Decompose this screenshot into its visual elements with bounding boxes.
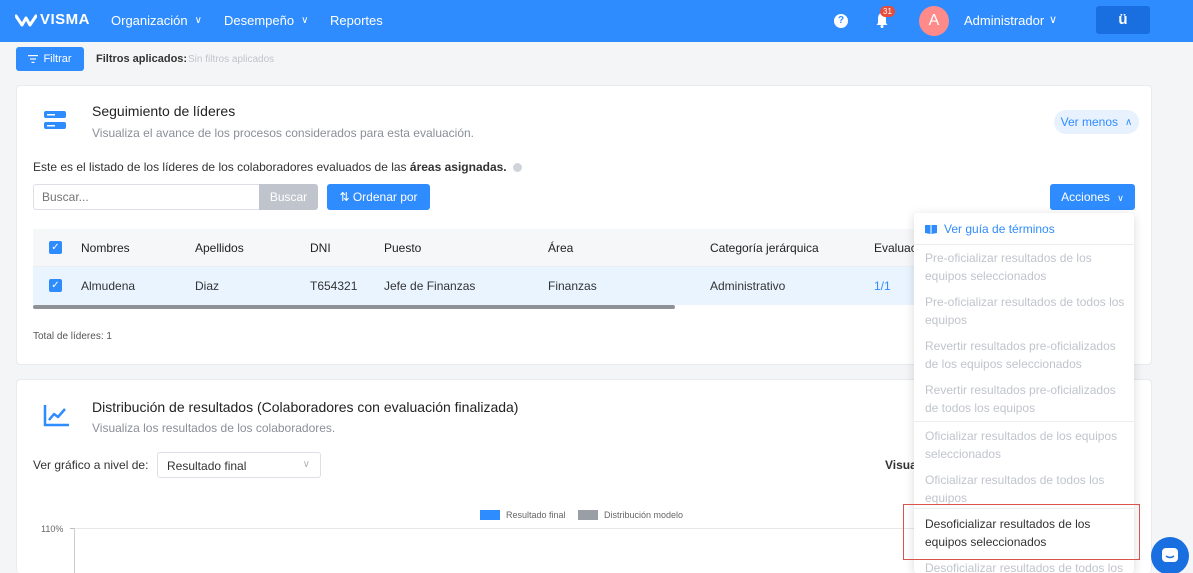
legend-label: Resultado final xyxy=(506,510,566,520)
table-header: ✓ Nombres Apellidos DNI Puesto Área Cate… xyxy=(33,229,919,267)
column-header[interactable]: Nombres xyxy=(81,241,130,255)
horizontal-scrollbar[interactable] xyxy=(33,305,675,309)
chevron-down-icon: ∨ xyxy=(1117,193,1124,203)
visma-logo[interactable]: VISMA xyxy=(15,11,90,28)
highlight-box xyxy=(903,504,1140,560)
column-header[interactable]: Categoría jerárquica xyxy=(710,241,819,255)
legend-label: Distribución modelo xyxy=(604,510,684,520)
cell-apellidos: Diaz xyxy=(195,279,220,293)
distribution-title: Distribución de resultados (Colaboradore… xyxy=(92,399,518,415)
chevron-down-icon: ∨ xyxy=(302,459,310,470)
avatar[interactable]: A xyxy=(919,6,949,36)
filter-button-label: Filtrar xyxy=(43,53,72,65)
y-axis xyxy=(74,528,75,573)
nav-desempeno[interactable]: Desempeño ∨ xyxy=(224,13,308,28)
legend-swatch xyxy=(578,510,598,520)
distribution-title-main: Distribución de resultados xyxy=(92,399,254,415)
menu-item-desoficializar-todos[interactable]: Desoficializar resultados de todos los xyxy=(925,559,1130,573)
top-navigation-bar: VISMA Organización ∨ Desempeño ∨ Reporte… xyxy=(0,0,1193,42)
notification-badge: 31 xyxy=(880,6,895,17)
chevron-down-icon[interactable]: ∨ xyxy=(1049,13,1057,26)
actions-button[interactable]: Acciones ∨ xyxy=(1050,184,1135,210)
sort-icon: ⇅ xyxy=(339,190,353,204)
nav-organizacion[interactable]: Organización ∨ xyxy=(111,13,202,28)
column-header[interactable]: Evaluaci xyxy=(874,241,919,255)
nav-label: Desempeño xyxy=(224,13,295,28)
info-prefix: Este es el listado de los líderes de los… xyxy=(33,160,407,174)
question-icon[interactable]: ? xyxy=(834,14,848,28)
legend-item-resultado[interactable]: Resultado final xyxy=(480,510,566,520)
guide-link[interactable]: Ver guía de términos xyxy=(925,222,1055,236)
sort-label: Ordenar por xyxy=(352,190,418,204)
menu-divider xyxy=(914,421,1134,422)
actions-label: Acciones xyxy=(1061,190,1110,204)
app-logo-icon[interactable]: ü xyxy=(1096,6,1150,34)
visualization-label: Visua xyxy=(885,458,917,472)
distribution-title-suffix: (Colaboradores con evaluación finalizada… xyxy=(256,399,519,415)
total-leaders: Total de líderes: 1 xyxy=(33,331,112,342)
level-label: Ver gráfico a nivel de: xyxy=(33,458,149,472)
help-circle-icon[interactable] xyxy=(512,163,522,173)
distribution-subtitle: Visualiza los resultados de los colabora… xyxy=(92,421,336,435)
level-select-value: Resultado final xyxy=(167,459,247,473)
filter-icon xyxy=(28,55,39,63)
filter-button[interactable]: Filtrar xyxy=(16,47,84,71)
column-header[interactable]: DNI xyxy=(310,241,331,255)
server-icon xyxy=(44,111,66,129)
chevron-up-icon: ∧ xyxy=(1125,116,1133,128)
menu-item-revertir-seleccionados[interactable]: Revertir resultados pre-oficializados de… xyxy=(925,337,1130,373)
line-chart-icon xyxy=(43,405,69,427)
table-row[interactable]: ✓ Almudena Diaz T654321 Jefe de Finanzas… xyxy=(33,267,915,305)
chevron-down-icon: ∨ xyxy=(301,15,309,26)
legend-swatch xyxy=(480,510,500,520)
search-input[interactable] xyxy=(33,184,259,210)
menu-divider xyxy=(914,244,1134,245)
info-bold: áreas asignadas. xyxy=(409,160,507,174)
cell-categoria: Administrativo xyxy=(710,279,786,293)
book-icon xyxy=(925,225,937,234)
menu-item-revertir-todos[interactable]: Revertir resultados pre-oficializados de… xyxy=(925,381,1130,417)
select-all-checkbox[interactable]: ✓ xyxy=(49,241,62,254)
nav-reportes[interactable]: Reportes xyxy=(330,13,383,28)
applied-filters-value: Sin filtros aplicados xyxy=(188,54,275,65)
cell-nombres: Almudena xyxy=(81,279,136,293)
chevron-down-icon: ∨ xyxy=(194,15,202,26)
chat-icon xyxy=(1162,548,1178,562)
logo-text: VISMA xyxy=(40,11,91,28)
y-axis-tick-label: 110% xyxy=(41,524,64,534)
column-header[interactable]: Puesto xyxy=(384,241,421,255)
menu-item-oficializar-seleccionados[interactable]: Oficializar resultados de los equipos se… xyxy=(925,427,1130,463)
menu-item-oficializar-todos[interactable]: Oficializar resultados de todos los equi… xyxy=(925,471,1130,507)
search-button[interactable]: Buscar xyxy=(259,184,318,210)
level-select[interactable]: Resultado final ∨ xyxy=(157,452,321,478)
chat-button[interactable] xyxy=(1151,537,1189,573)
leaders-info-text: Este es el listado de los líderes de los… xyxy=(33,160,522,174)
guide-label: Ver guía de términos xyxy=(944,222,1055,236)
cell-puesto: Jefe de Finanzas xyxy=(384,279,476,293)
column-header[interactable]: Apellidos xyxy=(195,241,244,255)
cell-evaluacion-link[interactable]: 1/1 xyxy=(874,279,891,293)
legend-item-modelo[interactable]: Distribución modelo xyxy=(578,510,683,520)
menu-item-preoficializar-todos[interactable]: Pre-oficializar resultados de todos los … xyxy=(925,293,1130,329)
cell-dni: T654321 xyxy=(310,279,358,293)
menu-item-preoficializar-seleccionados[interactable]: Pre-oficializar resultados de los equipo… xyxy=(925,249,1130,285)
cell-area: Finanzas xyxy=(548,279,597,293)
row-checkbox[interactable]: ✓ xyxy=(49,279,62,292)
nav-label: Organización xyxy=(111,13,188,28)
visma-logo-icon xyxy=(15,14,37,26)
ver-menos-button[interactable]: Ver menos ∧ xyxy=(1054,110,1139,134)
column-header[interactable]: Área xyxy=(548,241,573,255)
sort-button[interactable]: ⇅ Ordenar por xyxy=(327,184,430,210)
user-name[interactable]: Administrador xyxy=(964,13,1044,28)
nav-label: Reportes xyxy=(330,13,383,28)
leaders-subtitle: Visualiza el avance de los procesos cons… xyxy=(92,126,475,140)
gridline xyxy=(74,528,914,529)
leaders-title: Seguimiento de líderes xyxy=(92,103,236,119)
ver-menos-label: Ver menos xyxy=(1060,115,1119,129)
applied-filters-label: Filtros aplicados: xyxy=(96,53,188,65)
